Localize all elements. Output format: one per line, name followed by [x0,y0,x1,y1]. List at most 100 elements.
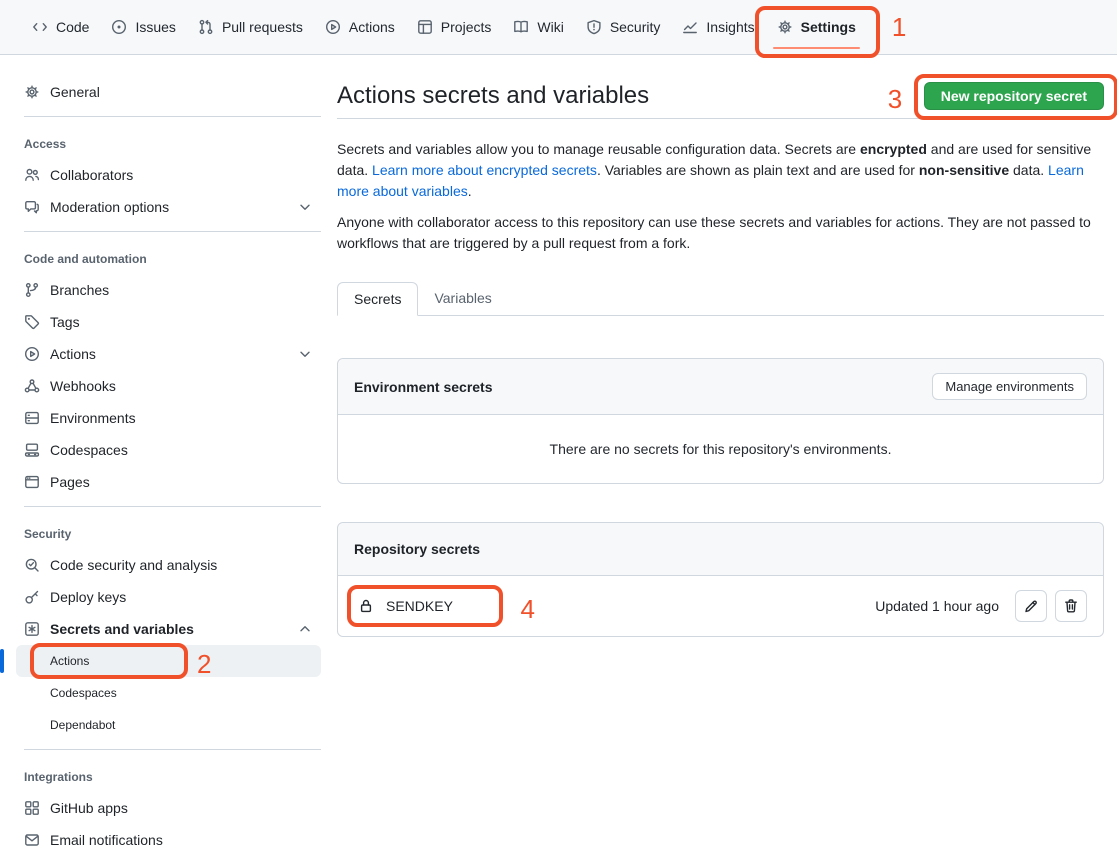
manage-environments-button[interactable]: Manage environments [932,373,1087,400]
tab-variables[interactable]: Variables [418,282,507,315]
repository-secrets-header: Repository secrets [338,523,1103,576]
tab-label: Security [610,19,661,35]
sidebar-item-tags[interactable]: Tags [16,306,321,338]
tab-settings[interactable]: Settings 1 [769,12,864,42]
sidebar-section-access: Access [16,125,321,159]
tab-wiki[interactable]: Wiki [505,12,571,42]
tab-label: Wiki [537,19,563,35]
sidebar-divider [24,749,321,750]
link-encrypted-secrets[interactable]: Learn more about encrypted secrets [372,162,597,178]
comment-discussion-icon [24,199,40,215]
environment-secrets-box: Environment secrets Manage environments … [337,358,1104,484]
codespaces-icon [24,442,40,458]
sidebar-item-label: Email notifications [50,832,163,848]
intro-paragraph: Secrets and variables allow you to manag… [337,139,1104,202]
sidebar-item-environments[interactable]: Environments [16,402,321,434]
sidebar-subitem-label: Actions [50,654,89,668]
sidebar-item-code-security[interactable]: Code security and analysis [16,549,321,581]
sidebar-item-email-notifications[interactable]: Email notifications [16,824,321,856]
gear-icon [777,19,793,35]
sidebar-item-label: Codespaces [50,442,128,458]
annotation-label-4: 4 [520,594,534,625]
tab-label: Actions [349,19,395,35]
intro-text: . [468,183,472,199]
page-title: Actions secrets and variables [337,82,649,110]
tag-icon [24,314,40,330]
secrets-variables-tabnav: Secrets Variables [337,282,1104,316]
sidebar-subitem-dependabot[interactable]: Dependabot [16,709,321,741]
lock-icon [358,598,374,614]
tab-label: Settings [801,19,856,35]
sidebar-item-label: GitHub apps [50,800,128,816]
sidebar-item-label: Branches [50,282,109,298]
tab-actions[interactable]: Actions [317,12,403,42]
tab-label: Issues [135,19,175,35]
chevron-up-icon [297,621,313,637]
new-repository-secret-button[interactable]: New repository secret [924,82,1104,110]
sidebar-subitem-label: Dependabot [50,718,115,732]
sidebar-item-label: Tags [50,314,80,330]
sidebar-item-codespaces[interactable]: Codespaces [16,434,321,466]
tab-secrets[interactable]: Secrets [337,282,418,316]
settings-sidebar: General Access Collaborators Moderation … [0,56,337,856]
sidebar-item-pages[interactable]: Pages [16,466,321,498]
git-pull-request-icon [198,19,214,35]
environment-secrets-header: Environment secrets Manage environments [338,359,1103,415]
gear-icon [24,84,40,100]
shield-icon [586,19,602,35]
delete-secret-button[interactable] [1055,590,1087,622]
secret-name: SENDKEY [386,598,453,614]
tab-projects[interactable]: Projects [409,12,500,42]
sidebar-subitem-codespaces[interactable]: Codespaces [16,677,321,709]
page-header: Actions secrets and variables New reposi… [337,56,1104,119]
intro-text: Secrets and variables allow you to manag… [337,141,860,157]
sidebar-divider [24,231,321,232]
annotation-label-3: 3 [888,84,902,115]
edit-secret-button[interactable] [1015,590,1047,622]
table-icon [417,19,433,35]
sidebar-item-secrets-and-variables[interactable]: Secrets and variables [16,613,321,645]
chevron-down-icon [297,346,313,362]
main-content: Actions secrets and variables New reposi… [337,56,1104,637]
intro-bold-non-sensitive: non-sensitive [919,162,1009,178]
sidebar-section-integrations: Integrations [16,758,321,792]
sidebar-item-collaborators[interactable]: Collaborators [16,159,321,191]
tab-pull-requests[interactable]: Pull requests [190,12,311,42]
sidebar-divider [24,506,321,507]
people-icon [24,167,40,183]
repository-secrets-title: Repository secrets [354,541,480,557]
github-settings-page: Code Issues Pull requests Actions Projec… [0,0,1117,867]
browser-icon [24,474,40,490]
sidebar-item-label: Collaborators [50,167,133,183]
git-branch-icon [24,282,40,298]
sidebar-item-label: Secrets and variables [50,621,287,637]
server-icon [24,410,40,426]
tab-label: Insights [706,19,754,35]
issue-opened-icon [111,19,127,35]
tab-insights[interactable]: Insights [674,12,762,42]
sidebar-item-label: Actions [50,346,287,362]
secret-row: SENDKEY 4 Updated 1 hour ago [338,576,1103,636]
sidebar-item-webhooks[interactable]: Webhooks [16,370,321,402]
repository-secrets-box: Repository secrets SENDKEY 4 Updated 1 h… [337,522,1104,637]
annotation-label-2: 2 [197,649,211,680]
apps-icon [24,800,40,816]
sidebar-item-branches[interactable]: Branches [16,274,321,306]
sidebar-item-moderation-options[interactable]: Moderation options [16,191,321,223]
sidebar-section-code-automation: Code and automation [16,240,321,274]
sidebar-item-label: Deploy keys [50,589,126,605]
tab-code[interactable]: Code [24,12,97,42]
tab-security[interactable]: Security [578,12,669,42]
codescan-icon [24,557,40,573]
code-icon [32,19,48,35]
sidebar-subitem-actions[interactable]: Actions 2 [16,645,321,677]
sidebar-subitem-label: Codespaces [50,686,117,700]
tab-issues[interactable]: Issues [103,12,183,42]
secret-actions: Updated 1 hour ago [875,590,1087,622]
sidebar-item-deploy-keys[interactable]: Deploy keys [16,581,321,613]
play-icon [325,19,341,35]
sidebar-item-actions[interactable]: Actions [16,338,321,370]
sidebar-item-general[interactable]: General [16,76,321,108]
sidebar-item-github-apps[interactable]: GitHub apps [16,792,321,824]
key-asterisk-icon [24,621,40,637]
